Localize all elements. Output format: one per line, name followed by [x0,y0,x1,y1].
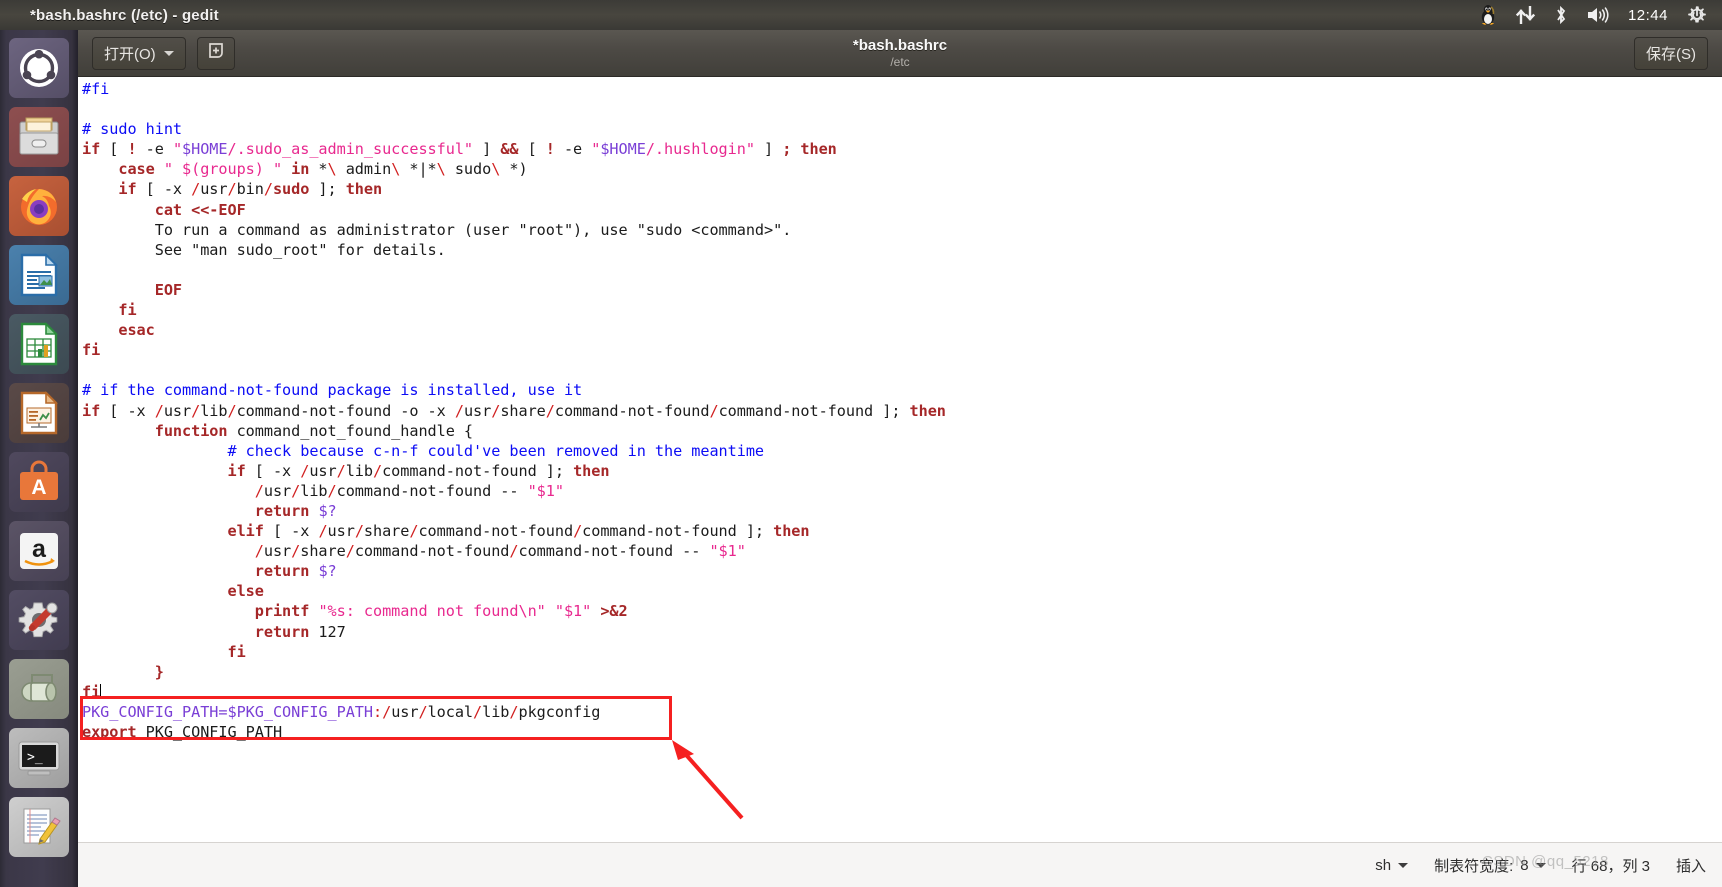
source-code-text[interactable]: #fi # sudo hint if [ ! -e "$HOME/.sudo_a… [78,77,946,742]
tab-width-selector[interactable]: 制表符宽度: 8 [1434,855,1546,876]
launcher-item-libreoffice-writer[interactable] [9,245,69,305]
header-title-block: *bash.bashrc /etc [78,37,1722,69]
tab-width-value: 8 [1520,856,1529,874]
launcher-item-system-settings[interactable] [9,590,69,650]
window-title: *bash.bashrc (/etc) - gedit [30,6,219,24]
launcher-item-libreoffice-calc[interactable] [9,314,69,374]
save-button[interactable]: 保存(S) [1634,36,1708,70]
language-selector[interactable]: sh [1375,856,1409,874]
tab-width-label: 制表符宽度: [1434,857,1514,875]
launcher-item-archive-manager[interactable] [9,659,69,719]
launcher-item-libreoffice-impress[interactable] [9,383,69,443]
save-button-label: 保存(S) [1646,45,1696,63]
power-gear-icon[interactable] [1686,0,1708,30]
unity-launcher: A a >_ [0,30,78,887]
language-label: sh [1375,856,1392,874]
launcher-item-files[interactable] [9,107,69,167]
launcher-item-ubuntu-software[interactable]: A [9,452,69,512]
system-tray: 12:44 [1478,0,1722,30]
chevron-down-icon [1398,862,1409,868]
launcher-item-terminal[interactable]: >_ [9,728,69,788]
document-path: /etc [890,55,910,69]
cursor-position: 行 68，列 3 [1571,857,1650,875]
editor-view[interactable]: #fi # sudo hint if [ ! -e "$HOME/.sudo_a… [78,77,1722,842]
text-cursor [100,683,102,699]
open-button[interactable]: 打开(O) [92,36,186,70]
svg-text:A: A [31,476,46,499]
launcher-item-ubuntu-dash[interactable] [9,38,69,98]
document-title: *bash.bashrc [852,37,948,54]
clock[interactable]: 12:44 [1628,0,1668,30]
bluetooth-icon[interactable] [1554,0,1568,30]
system-top-bar: *bash.bashrc (/etc) - gedit 12:44 [0,0,1722,30]
volume-icon[interactable] [1586,0,1610,30]
new-document-icon [207,42,225,64]
chevron-down-icon [1535,862,1546,868]
launcher-item-firefox[interactable] [9,176,69,236]
svg-text:a: a [32,535,47,563]
svg-text:>_: >_ [27,750,43,765]
launcher-item-amazon[interactable]: a [9,521,69,581]
open-button-label: 打开(O) [104,45,156,63]
chevron-down-icon [163,50,174,56]
network-updown-icon[interactable] [1515,0,1536,30]
insert-mode-indicator: 插入 [1675,857,1706,875]
status-bar: sh 制表符宽度: 8 行 68，列 3 插入 [78,842,1722,887]
tux-penguin-icon[interactable] [1478,0,1498,30]
gedit-header-bar: *bash.bashrc /etc 打开(O) 保存(S) [78,30,1722,77]
launcher-item-gedit[interactable] [9,797,69,857]
new-document-button[interactable] [196,36,235,70]
